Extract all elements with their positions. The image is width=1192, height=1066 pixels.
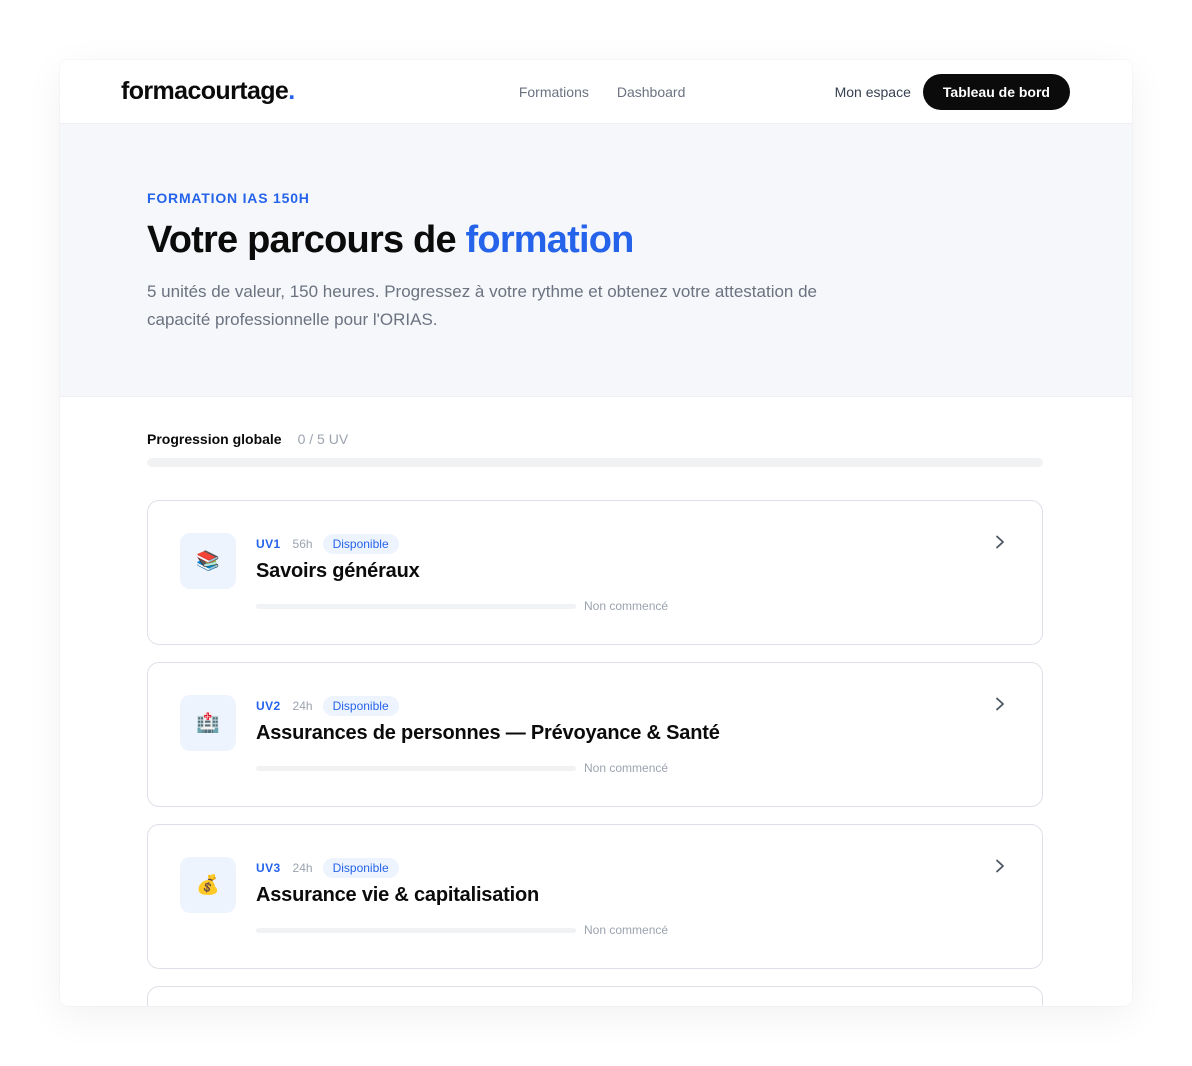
logo-text: formacourtage bbox=[121, 77, 289, 105]
unit-status: Non commencé bbox=[584, 761, 669, 775]
unit-meta: UV1 56h Disponible bbox=[256, 534, 1002, 554]
unit-status: Non commencé bbox=[584, 599, 669, 613]
unit-title: Savoirs généraux bbox=[256, 560, 420, 582]
status-badge: Disponible bbox=[322, 534, 399, 554]
global-progress-header: Progression globale 0 / 5 UV bbox=[147, 431, 1043, 447]
unit-progress-bar bbox=[256, 927, 576, 933]
logo-dot: . bbox=[288, 77, 295, 105]
unit-hours: 56h bbox=[292, 537, 313, 551]
unit-card-partial[interactable] bbox=[147, 986, 1043, 1006]
hospital-icon: 🏥 bbox=[180, 695, 236, 751]
hero-eyebrow: FORMATION IAS 150H bbox=[147, 190, 310, 206]
money-bag-icon: 💰 bbox=[180, 857, 236, 913]
hero-subtitle: 5 unités de valeur, 150 heures. Progress… bbox=[147, 281, 818, 329]
chevron-right-icon bbox=[994, 535, 1006, 549]
unit-meta: UV2 24h Disponible bbox=[256, 696, 1002, 716]
status-badge: Disponible bbox=[322, 858, 399, 878]
unit-card-body: UV2 24h Disponible Assurances de personn… bbox=[256, 696, 1002, 775]
unit-card-uv1[interactable]: 📚 UV1 56h Disponible Savoirs généraux No… bbox=[147, 500, 1043, 645]
unit-hours: 24h bbox=[292, 861, 313, 875]
unit-progress: Non commencé bbox=[256, 923, 1002, 937]
app-frame: formacourtage. Formations Dashboard Mon … bbox=[60, 60, 1132, 1006]
page-title: Votre parcours de formation bbox=[147, 219, 1045, 262]
chevron-right-icon bbox=[994, 859, 1006, 873]
nav-links: Formations Dashboard bbox=[519, 84, 686, 100]
unit-hours: 24h bbox=[292, 699, 313, 713]
top-nav: formacourtage. Formations Dashboard Mon … bbox=[60, 60, 1132, 124]
unit-status: Non commencé bbox=[584, 923, 669, 937]
unit-card-uv2[interactable]: 🏥 UV2 24h Disponible Assurances de perso… bbox=[147, 662, 1043, 807]
unit-meta: UV3 24h Disponible bbox=[256, 858, 1002, 878]
logo[interactable]: formacourtage. bbox=[121, 77, 295, 106]
hero-section: FORMATION IAS 150H Votre parcours de for… bbox=[60, 124, 1132, 397]
title-prefix: Votre parcours de bbox=[147, 219, 466, 261]
unit-progress: Non commencé bbox=[256, 599, 1002, 613]
main-content: Progression globale 0 / 5 UV 📚 UV1 56h D… bbox=[60, 397, 1132, 1006]
unit-card-body: UV1 56h Disponible Savoirs généraux Non … bbox=[256, 534, 1002, 613]
global-progress-count: 0 / 5 UV bbox=[297, 431, 349, 447]
mon-espace-link[interactable]: Mon espace bbox=[835, 84, 911, 100]
unit-progress: Non commencé bbox=[256, 761, 1002, 775]
nav-link-dashboard[interactable]: Dashboard bbox=[617, 84, 686, 100]
chevron-right-icon bbox=[994, 697, 1006, 711]
status-badge: Disponible bbox=[322, 696, 399, 716]
tableau-de-bord-button[interactable]: Tableau de bord bbox=[922, 73, 1070, 110]
units-list: 📚 UV1 56h Disponible Savoirs généraux No… bbox=[147, 500, 1043, 1006]
global-progress-label: Progression globale bbox=[147, 431, 282, 447]
nav-right: Mon espace Tableau de bord bbox=[835, 73, 1070, 110]
unit-code: UV2 bbox=[256, 699, 281, 713]
unit-card-uv3[interactable]: 💰 UV3 24h Disponible Assurance vie & cap… bbox=[147, 824, 1043, 969]
unit-title: Assurances de personnes — Prévoyance & S… bbox=[256, 722, 720, 744]
unit-code: UV1 bbox=[256, 537, 281, 551]
unit-card-body: UV3 24h Disponible Assurance vie & capit… bbox=[256, 858, 1002, 937]
unit-progress-bar bbox=[256, 603, 576, 609]
books-icon: 📚 bbox=[180, 533, 236, 589]
nav-link-formations[interactable]: Formations bbox=[519, 84, 589, 100]
unit-progress-bar bbox=[256, 765, 576, 771]
global-progress-bar bbox=[147, 458, 1043, 467]
unit-title: Assurance vie & capitalisation bbox=[256, 884, 540, 906]
unit-code: UV3 bbox=[256, 861, 281, 875]
title-accent: formation bbox=[465, 219, 635, 261]
